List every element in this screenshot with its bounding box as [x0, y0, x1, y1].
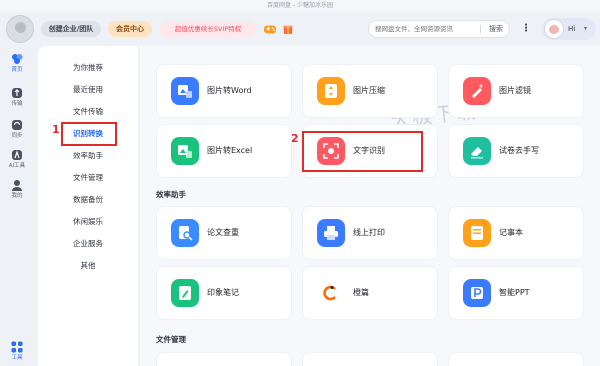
menu-item-recent[interactable]: 最近使用 — [38, 79, 138, 101]
image-to-excel-icon — [171, 137, 199, 165]
rail-label: 同步 — [11, 133, 23, 139]
rail-label: 工具 — [11, 355, 23, 361]
card-online-print[interactable]: 线上打印 — [302, 206, 438, 260]
search-button[interactable]: 搜索 — [489, 21, 503, 37]
top-header: 创建企业/团队 会员中心 超值优惠续长SVIP特权 搜索 ⋮ Hi ▾ — [0, 12, 600, 46]
menu-item-backup[interactable]: 数据备份 — [38, 189, 138, 211]
card-file-management-partial[interactable] — [448, 352, 584, 366]
rail-label: 首页 — [11, 67, 23, 73]
rail-item-tools[interactable]: 工具 — [0, 338, 34, 366]
card-image-filter[interactable]: 图片滤镜 — [448, 64, 584, 118]
image-filter-icon — [463, 77, 491, 105]
chengpian-logo-icon — [317, 279, 345, 307]
menu-item-efficiency[interactable]: 效率助手 — [38, 145, 138, 167]
notepad-icon — [463, 219, 491, 247]
search-input[interactable] — [375, 21, 485, 37]
chevron-down-icon: ▾ — [584, 25, 588, 32]
menu-item-other[interactable]: 其他 — [38, 255, 138, 277]
home-icon — [12, 54, 23, 64]
card-evernote[interactable]: 印象笔记 — [156, 266, 292, 320]
rail-label: AI工具 — [8, 163, 26, 169]
window-title: 百度网盘 - 少糖加冰乐园 — [0, 0, 600, 12]
search-box[interactable]: 搜索 — [368, 20, 510, 38]
card-label: 图片滤镜 — [499, 86, 531, 95]
annotation-box-recognition — [61, 122, 117, 146]
section-title-efficiency: 效率助手 — [156, 190, 186, 199]
card-label: 图片压缩 — [353, 86, 385, 95]
user-avatar — [544, 19, 564, 39]
section-title-file-management: 文件管理 — [156, 335, 186, 344]
image-to-word-icon — [171, 77, 199, 105]
menu-item-leisure[interactable]: 休闲娱乐 — [38, 211, 138, 233]
more-menu-icon[interactable]: ⋮ — [521, 22, 531, 36]
card-image-to-word[interactable]: 图片转Word — [156, 64, 292, 118]
avatar[interactable] — [6, 15, 34, 43]
transfer-icon — [12, 88, 22, 98]
card-label: 图片转Word — [207, 86, 252, 95]
sync-icon — [12, 120, 22, 130]
category-menu: 为你推荐 最近使用 文件传输 识别转换 效率助手 文件管理 数据备份 休闲娱乐 … — [38, 46, 138, 366]
eraser-icon — [463, 137, 491, 165]
card-label: 论文查重 — [207, 228, 239, 237]
menu-item-enterprise[interactable]: 企业服务 — [38, 233, 138, 255]
game-controller-icon[interactable] — [263, 22, 277, 36]
gift-icon[interactable] — [283, 23, 293, 35]
card-chengpian[interactable]: 橙篇 — [302, 266, 438, 320]
card-image-compress[interactable]: 图片压缩 — [302, 64, 438, 118]
member-center-button[interactable]: 会员中心 — [108, 21, 152, 37]
search-divider — [480, 25, 481, 33]
card-label: 记事本 — [499, 228, 523, 237]
rail-item-sync[interactable]: 同步 — [0, 116, 34, 146]
printer-icon — [317, 219, 345, 247]
note-pen-icon — [171, 279, 199, 307]
card-erase-handwriting[interactable]: 试卷去手写 — [448, 124, 584, 178]
tools-panel: 天极下载站 图片转Word 图片压缩 图片滤镜 图片转Excel 文字识别 试卷… — [140, 46, 600, 366]
image-compress-icon — [317, 77, 345, 105]
card-file-management-partial[interactable] — [156, 352, 292, 366]
svip-promo-button[interactable]: 超值优惠续长SVIP特权 — [160, 21, 256, 37]
card-smart-ppt[interactable]: 智能PPT — [448, 266, 584, 320]
rail-item-transfer[interactable]: 传输 — [0, 84, 34, 114]
card-label: 线上打印 — [353, 228, 385, 237]
annotation-number-2: 2 — [291, 132, 299, 145]
profile-icon — [12, 180, 22, 191]
rail-item-profile[interactable]: 我的 — [0, 176, 34, 206]
ai-tools-icon — [12, 150, 22, 160]
card-paper-check[interactable]: 论文查重 — [156, 206, 292, 260]
ppt-icon — [463, 279, 491, 307]
rail-item-ai-tools[interactable]: AI工具 — [0, 146, 34, 176]
paper-check-icon — [171, 219, 199, 247]
card-notepad[interactable]: 记事本 — [448, 206, 584, 260]
card-label: 印象笔记 — [207, 288, 239, 297]
user-menu[interactable]: Hi ▾ — [542, 18, 596, 40]
rail-item-home[interactable]: 首页 — [0, 50, 34, 80]
annotation-number-1: 1 — [52, 123, 60, 136]
card-label: 橙篇 — [353, 288, 369, 297]
rail-label: 传输 — [11, 101, 23, 107]
card-label: 智能PPT — [499, 288, 530, 297]
menu-item-recommended[interactable]: 为你推荐 — [38, 57, 138, 79]
create-enterprise-button[interactable]: 创建企业/团队 — [41, 21, 101, 37]
rail-label: 我的 — [11, 193, 23, 199]
card-label: 试卷去手写 — [499, 146, 539, 155]
card-file-management-partial[interactable] — [302, 352, 438, 366]
card-image-to-excel[interactable]: 图片转Excel — [156, 124, 292, 178]
menu-item-file-transfer[interactable]: 文件传输 — [38, 101, 138, 123]
user-greeting: Hi — [568, 25, 576, 33]
tools-grid-icon — [11, 341, 23, 353]
left-rail: 首页 传输 同步 AI工具 我的 工具 — [0, 46, 34, 366]
menu-item-file-management[interactable]: 文件管理 — [38, 167, 138, 189]
annotation-box-ocr — [302, 131, 423, 172]
card-label: 图片转Excel — [207, 146, 253, 155]
